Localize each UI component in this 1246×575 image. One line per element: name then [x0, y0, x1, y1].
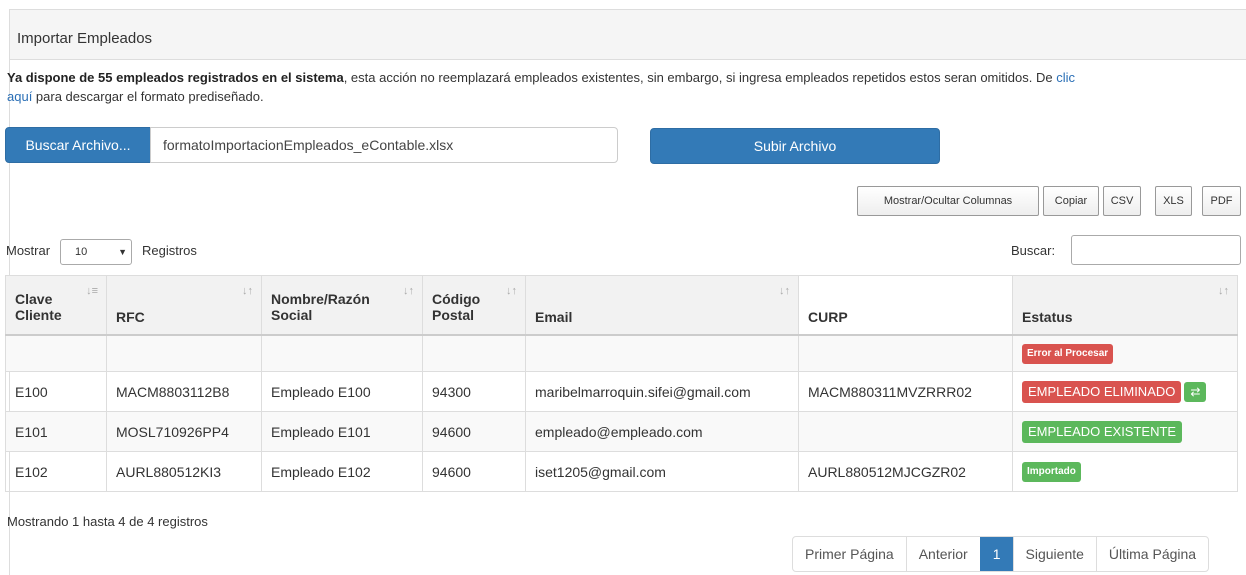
intro-bold: Ya dispone de 55 empleados registrados e… [7, 70, 344, 85]
xls-button[interactable]: XLS [1155, 186, 1192, 216]
download-link[interactable]: aquí [7, 89, 32, 104]
table-row: E100 MACM8803112B8 Empleado E100 94300 m… [5, 371, 1238, 412]
status-badge: EMPLEADO ELIMINADO [1022, 380, 1182, 403]
first-page-button[interactable]: Primer Página [793, 537, 906, 571]
length-suffix: Registros [142, 243, 197, 258]
table-row: E101 MOSL710926PP4 Empleado E101 94600 e… [5, 411, 1238, 452]
table-row: Error al Procesar [5, 334, 1238, 372]
column-header-rfc[interactable]: RFC ↓↑ [106, 275, 262, 336]
download-link-part1[interactable]: clic [1056, 70, 1075, 85]
panel-title: Importar Empleados [17, 30, 153, 47]
column-header-email[interactable]: Email ↓↑ [525, 275, 799, 336]
column-header-curp[interactable]: CURP [798, 275, 1013, 336]
length-label: Mostrar [6, 243, 51, 258]
sort-icon: ↓↑ [506, 285, 517, 297]
intro-text: Ya dispone de 55 empleados registrados e… [7, 68, 1246, 106]
status-badge: Importado [1022, 462, 1081, 482]
status-badge: EMPLEADO EXISTENTE [1022, 420, 1183, 443]
length-select[interactable]: 10 ▼ [60, 239, 132, 265]
column-header-nombre[interactable]: Nombre/Razón Social ↓↑ [261, 275, 423, 336]
browse-file-button[interactable]: Buscar Archivo... [5, 127, 151, 163]
length-value: 10 [75, 246, 88, 258]
upload-file-button[interactable]: Subir Archivo [650, 128, 940, 164]
table-row: E102 AURL880512KI3 Empleado E102 94600 i… [5, 451, 1238, 492]
previous-page-button[interactable]: Anterior [905, 537, 980, 571]
chevron-down-icon: ▼ [118, 247, 127, 257]
next-page-button[interactable]: Siguiente [1012, 537, 1096, 571]
file-name-field[interactable]: formatoImportacionEmpleados_eContable.xl… [150, 127, 618, 163]
copy-button[interactable]: Copiar [1043, 186, 1099, 216]
sort-icon: ↓↑ [779, 285, 790, 297]
pagination: Primer Página Anterior 1 Siguiente Últim… [792, 536, 1210, 572]
sort-icon: ↓↑ [1218, 285, 1229, 297]
column-header-cp[interactable]: Código Postal ↓↑ [422, 275, 526, 336]
sort-icon: ↓↑ [403, 285, 414, 297]
status-badge: Error al Procesar [1022, 343, 1114, 364]
column-header-estatus[interactable]: Estatus ↓↑ [1012, 275, 1238, 336]
search-label: Buscar: [1011, 243, 1056, 258]
restore-swap-icon[interactable]: ⇄ [1184, 381, 1207, 402]
csv-button[interactable]: CSV [1103, 186, 1141, 216]
pdf-button[interactable]: PDF [1202, 186, 1241, 216]
toggle-columns-button[interactable]: Mostrar/Ocultar Columnas [857, 186, 1039, 216]
sort-icon: ↓↑ [242, 285, 253, 297]
panel-heading: Importar Empleados [10, 10, 1246, 60]
search-input[interactable] [1071, 235, 1241, 265]
intro-tail: para descargar el formato prediseñado. [32, 89, 264, 104]
column-header-clave[interactable]: Clave Cliente ↓≡ [5, 275, 107, 336]
employees-table: Clave Cliente ↓≡ RFC ↓↑ Nombre/Razón Socia… [5, 275, 1238, 492]
page-1-button[interactable]: 1 [979, 537, 1013, 571]
intro-body: , esta acción no reemplazará empleados e… [343, 70, 1057, 85]
table-info: Mostrando 1 hasta 4 de 4 registros [7, 514, 208, 529]
sort-asc-icon: ↓≡ [86, 285, 98, 297]
last-page-button[interactable]: Última Página [1095, 537, 1208, 571]
